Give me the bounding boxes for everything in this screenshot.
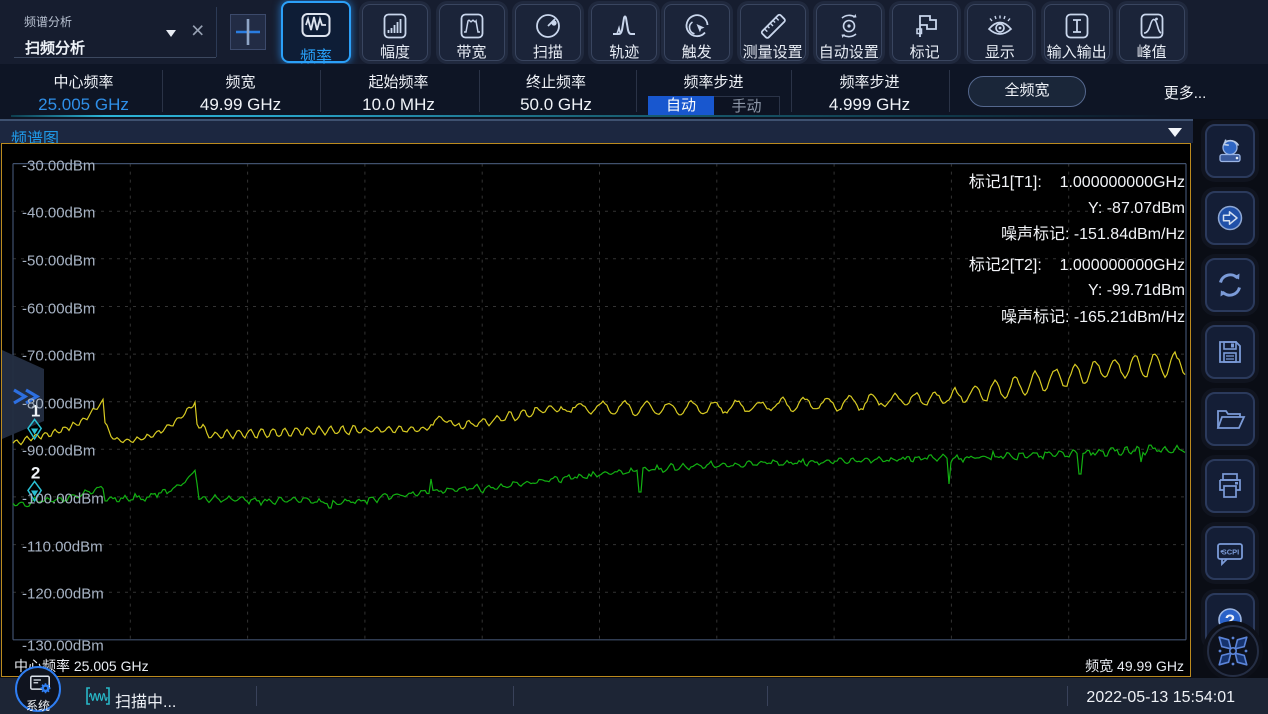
svg-text:SCPI: SCPI — [1222, 548, 1240, 557]
svg-text:2: 2 — [31, 464, 40, 483]
